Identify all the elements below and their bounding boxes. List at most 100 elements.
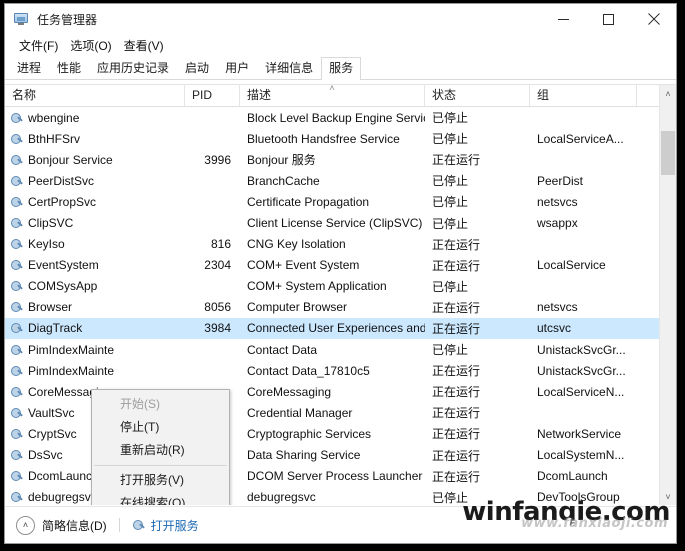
cell-status: 正在运行 [432,427,481,442]
cell-description: Cryptographic Services [247,426,372,441]
cell-name: PimIndexMainte [5,364,185,378]
service-name-label: CertPropSvc [28,194,97,209]
menu-item-view[interactable]: 查看(V) [118,35,170,56]
menu-item-options[interactable]: 选项(O) [64,35,117,56]
service-icon [10,258,24,272]
tab-processes[interactable]: 进程 [9,57,49,80]
cell-name: COMSysApp [5,279,185,293]
service-name-label: Bonjour Service [28,152,113,167]
cell-status: 已停止 [432,216,469,231]
column-header-status[interactable]: 状态 [425,85,530,106]
service-name-label: DiagTrack [28,321,83,336]
minimize-button[interactable] [541,4,586,34]
cell-description: Bonjour 服务 [247,153,316,168]
cell-description: COM+ Event System [247,258,360,273]
status-divider [118,518,120,532]
service-name-label: EventSystem [28,258,99,273]
cell-name: Browser [5,300,185,314]
cell-description: COM+ System Application [247,279,387,294]
table-row[interactable]: wbengine Block Level Backup Engine Servic… [5,107,676,128]
status-bar: ˄ 简略信息(D) 打开服务 [5,506,676,543]
cell-pid: 8056 [204,300,231,315]
context-menu: 开始(S)停止(T)重新启动(R)打开服务(V)在线搜索(O)转到详细信息(D) [91,389,230,505]
column-header-description[interactable]: ˄ 描述 [240,85,425,106]
cell-description: Block Level Backup Engine Service [247,110,425,125]
table-row[interactable]: EventSystem 2304 COM+ Event System 正在运行 Loca… [5,255,676,276]
cell-status: 正在运行 [432,153,481,168]
cell-group: UnistackSvcGr... [537,363,626,378]
open-services-link[interactable]: 打开服务 [132,517,199,534]
title-bar: 任务管理器 [5,4,676,34]
cell-status: 正在运行 [432,448,481,463]
table-row[interactable]: PimIndexMainte Contact Data_17810c5 正在运行 Un… [5,360,676,381]
cell-group: LocalServiceA... [537,131,624,146]
fewer-details-label[interactable]: 简略信息(D) [42,517,107,534]
table-header: 名称 PID ˄ 描述 状态 组 [5,85,676,107]
services-list: 名称 PID ˄ 描述 状态 组 wbengine Block Level Bac… [5,84,676,505]
table-row[interactable]: ClipSVC Client License Service (ClipSVC) 已… [5,212,676,233]
scroll-up-button[interactable]: ˄ [660,85,676,102]
table-row[interactable]: DiagTrack 3984 Connected User Experiences … [5,317,676,340]
service-icon [10,300,24,314]
tab-performance[interactable]: 性能 [49,57,89,80]
scroll-down-button[interactable]: ˅ [660,488,676,505]
cell-status: 正在运行 [432,406,481,421]
cell-name: BthHFSrv [5,132,185,146]
cell-description: Computer Browser [247,300,348,315]
column-header-pid[interactable]: PID [185,85,240,106]
cell-status: 已停止 [432,279,469,294]
service-icon [10,490,24,504]
table-row[interactable]: PeerDistSvc BranchCache 已停止 PeerDist [5,170,676,191]
collapse-icon[interactable]: ˄ [16,515,35,535]
cell-group: NetworkService [537,426,622,441]
cell-description: Contact Data_17810c5 [247,363,370,378]
column-header-name[interactable]: 名称 [5,85,185,106]
close-button[interactable] [631,4,676,34]
cell-group: LocalService [537,258,606,273]
cell-group: PeerDist [537,173,584,188]
sort-ascending-icon: ˄ [329,85,335,93]
table-row[interactable]: PimIndexMainte Contact Data 已停止 UnistackSvc… [5,339,676,360]
table-row[interactable]: KeyIso 816 CNG Key Isolation 正在运行 [5,234,676,255]
menu-item-file[interactable]: 文件(F) [13,35,64,56]
tab-app-history[interactable]: 应用历史记录 [89,57,177,80]
table-row[interactable]: CertPropSvc Certificate Propagation 已停止 net… [5,191,676,212]
column-header-group[interactable]: 组 [530,85,637,106]
vertical-scrollbar[interactable]: ˄ ˅ [659,85,676,505]
service-icon [10,216,24,230]
service-name-label: PeerDistSvc [28,173,95,188]
context-menu-item[interactable]: 打开服务(V) [92,469,229,492]
service-name-label: BthHFSrv [28,131,81,146]
service-name-label: PimIndexMainte [28,363,115,378]
cell-group: wsappx [537,216,578,231]
tab-services[interactable]: 服务 [321,57,362,81]
tab-users[interactable]: 用户 [217,57,257,80]
cell-name: EventSystem [5,258,185,272]
tab-startup[interactable]: 启动 [177,57,217,80]
cell-description: debugregsvc [247,490,316,505]
table-row[interactable]: BthHFSrv Bluetooth Handsfree Service 已停止 Lo… [5,128,676,149]
table-row[interactable]: Browser 8056 Computer Browser 正在运行 netsvcs [5,297,676,318]
cell-name: KeyIso [5,237,185,251]
cell-status: 已停止 [432,490,469,505]
cell-status: 正在运行 [432,364,481,379]
maximize-button[interactable] [586,4,631,34]
service-icon [10,279,24,293]
scrollbar-thumb[interactable] [661,131,675,175]
cell-group: UnistackSvcGr... [537,342,626,357]
context-menu-item[interactable]: 在线搜索(O) [92,492,229,505]
cell-status: 正在运行 [432,300,481,315]
context-menu-item[interactable]: 停止(T) [92,416,229,439]
table-row[interactable]: Bonjour Service 3996 Bonjour 服务 正在运行 [5,149,676,170]
task-manager-window: 任务管理器 文件(F) 选项(O) 查看(V) 进程 性能 应用历史记录 启动 … [4,3,677,544]
tab-details[interactable]: 详细信息 [257,57,321,80]
cell-status: 正在运行 [432,321,481,336]
cell-description: DCOM Server Process Launcher [247,469,423,484]
context-menu-item[interactable]: 重新启动(R) [92,439,229,462]
cell-group: netsvcs [537,194,578,209]
cell-pid: 816 [210,237,231,252]
service-icon [10,174,24,188]
cell-description: Client License Service (ClipSVC) [247,216,423,231]
table-row[interactable]: COMSysApp COM+ System Application 已停止 [5,276,676,297]
service-name-label: VaultSvc [28,405,75,420]
